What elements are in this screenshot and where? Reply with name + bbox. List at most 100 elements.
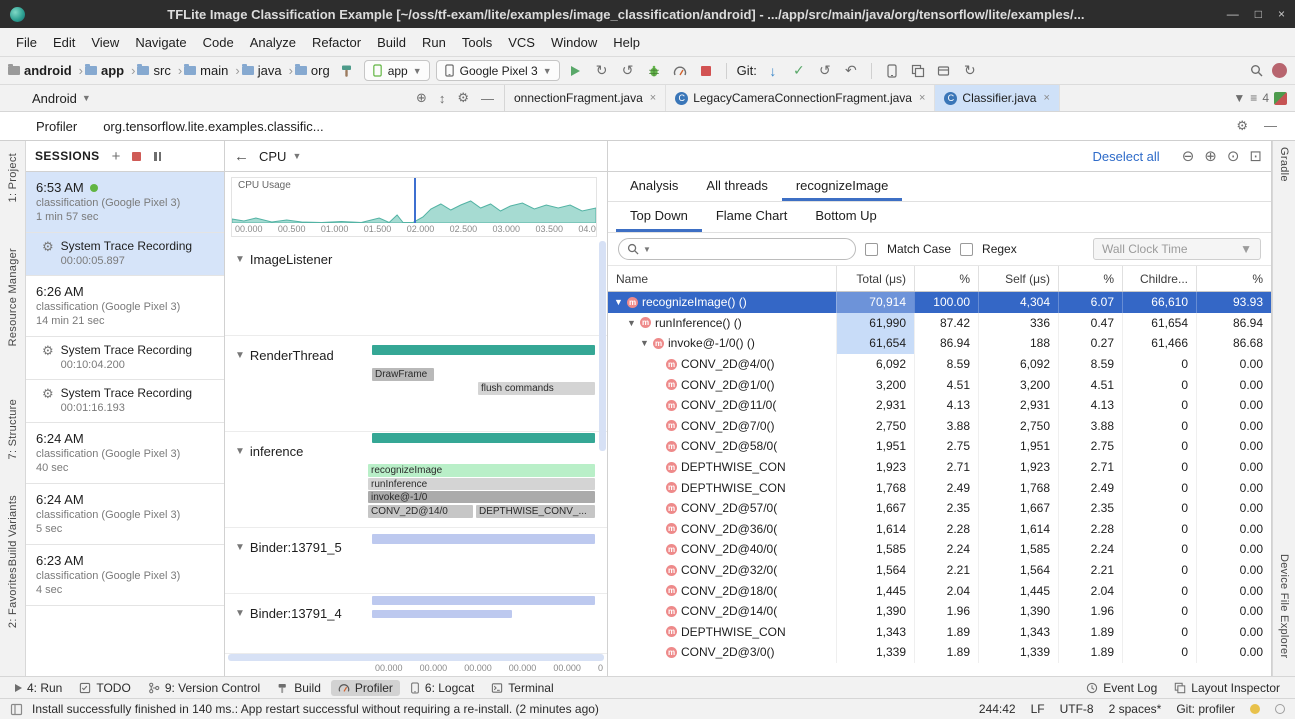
menu-item[interactable]: VCS bbox=[500, 35, 543, 50]
run-button[interactable] bbox=[566, 61, 586, 81]
tool-window-stripe-button[interactable]: Device File Explorer bbox=[1278, 554, 1290, 658]
expand-arrow-icon[interactable]: ▼ bbox=[614, 297, 626, 307]
toolwindow-build[interactable]: Build bbox=[270, 680, 328, 696]
tab-all-threads[interactable]: All threads bbox=[692, 172, 781, 201]
column-total-pct[interactable]: % bbox=[914, 266, 978, 291]
match-case-checkbox[interactable] bbox=[865, 243, 878, 256]
trace-event-bar[interactable]: CONV_2D@14/0 bbox=[368, 505, 473, 518]
thread-state-bar[interactable] bbox=[372, 345, 595, 355]
close-icon[interactable]: × bbox=[1043, 92, 1049, 104]
toolwindow-profiler[interactable]: Profiler bbox=[331, 680, 400, 696]
search-everywhere-icon[interactable] bbox=[1246, 61, 1266, 81]
pause-live-button[interactable] bbox=[153, 152, 162, 161]
calltree-row[interactable]: ▼ m runInference() () 61,990 87.42 336 0… bbox=[608, 313, 1271, 334]
menu-item[interactable]: Analyze bbox=[242, 35, 304, 50]
session-item[interactable]: 6:53 AM classification (Google Pixel 3) … bbox=[26, 172, 224, 233]
horizontal-scrollbar[interactable] bbox=[228, 654, 604, 661]
tab-analysis[interactable]: Analysis bbox=[616, 172, 692, 201]
trace-event-bar[interactable]: invoke@-1/0 bbox=[368, 491, 595, 503]
minimize-button[interactable]: — bbox=[1227, 7, 1239, 21]
device-select[interactable]: Google Pixel 3▼ bbox=[436, 60, 560, 81]
calltree-row[interactable]: m CONV_2D@40/0( 1,585 2.24 1,585 2.24 0 … bbox=[608, 539, 1271, 560]
search-input[interactable]: ▼ bbox=[618, 238, 856, 260]
trace-event-bar[interactable]: flush commands bbox=[478, 382, 595, 395]
reset-zoom-button[interactable]: ⊙ bbox=[1227, 147, 1240, 165]
thread-state-bar[interactable] bbox=[372, 610, 512, 618]
new-session-button[interactable]: + bbox=[112, 149, 121, 164]
breadcrumb-item[interactable]: main› bbox=[184, 63, 240, 78]
back-icon[interactable]: ← bbox=[234, 148, 249, 165]
close-icon[interactable]: × bbox=[650, 92, 656, 104]
calltree-row[interactable]: m CONV_2D@57/0( 1,667 2.35 1,667 2.35 0 … bbox=[608, 498, 1271, 519]
calltree-row[interactable]: m DEPTHWISE_CON 1,343 1.89 1,343 1.89 0 … bbox=[608, 622, 1271, 643]
stop-session-button[interactable] bbox=[132, 152, 141, 161]
recording-item[interactable]: ⚙ System Trace Recording 00:00:05.897 bbox=[26, 233, 224, 276]
menu-item[interactable]: Build bbox=[369, 35, 414, 50]
calltree-row[interactable]: m CONV_2D@14/0( 1,390 1.96 1,390 1.96 0 … bbox=[608, 601, 1271, 622]
regex-checkbox[interactable] bbox=[960, 243, 973, 256]
menu-item[interactable]: Edit bbox=[45, 35, 83, 50]
menu-item[interactable]: File bbox=[8, 35, 45, 50]
breadcrumb-item[interactable]: src› bbox=[137, 63, 182, 78]
calltree-row[interactable]: m CONV_2D@11/0( 2,931 4.13 2,931 4.13 0 … bbox=[608, 395, 1271, 416]
profile-button[interactable] bbox=[670, 61, 690, 81]
tool-window-stripe-button[interactable]: 7: Structure bbox=[7, 399, 19, 459]
tool-window-stripe-button[interactable]: Build Variants bbox=[7, 495, 19, 566]
breadcrumb-item[interactable]: org› bbox=[295, 63, 330, 78]
tab-flame-chart[interactable]: Flame Chart bbox=[702, 202, 802, 232]
collapse-icon[interactable]: ▼ bbox=[235, 542, 245, 553]
git-commit-icon[interactable]: ✓ bbox=[789, 61, 809, 81]
trace-event-bar[interactable]: runInference bbox=[368, 478, 595, 490]
collapse-icon[interactable]: ▼ bbox=[235, 350, 245, 361]
column-children-pct[interactable]: % bbox=[1196, 266, 1271, 291]
git-history-icon[interactable]: ↺ bbox=[815, 61, 835, 81]
session-item[interactable]: 6:23 AM classification (Google Pixel 3) … bbox=[26, 545, 224, 606]
tool-window-stripe-button[interactable]: Resource Manager bbox=[7, 248, 19, 346]
menu-item[interactable]: Help bbox=[605, 35, 648, 50]
background-tasks-icon[interactable] bbox=[1275, 704, 1285, 714]
debug-button[interactable] bbox=[644, 61, 664, 81]
thread-row-renderthread[interactable]: ▼RenderThread DrawFrame flush commands bbox=[225, 336, 607, 432]
zoom-to-selection-button[interactable]: ⊡ bbox=[1249, 147, 1262, 165]
hide-panel-icon[interactable]: — bbox=[1264, 118, 1277, 134]
running-devices-icon[interactable] bbox=[1274, 92, 1287, 105]
calltree-header[interactable]: Name Total (μs) % Self (μs) % Childre...… bbox=[608, 266, 1271, 292]
file-encoding[interactable]: UTF-8 bbox=[1060, 702, 1094, 716]
expand-arrow-icon[interactable]: ▼ bbox=[627, 318, 639, 328]
column-total[interactable]: Total (μs) bbox=[836, 266, 914, 291]
toolwindow-logcat[interactable]: 6: Logcat bbox=[403, 680, 481, 696]
collapse-all-icon[interactable]: ↕ bbox=[439, 91, 446, 106]
sync-project-icon[interactable]: ↻ bbox=[960, 61, 980, 81]
vertical-scrollbar[interactable] bbox=[599, 241, 606, 451]
build-hammer-icon[interactable] bbox=[338, 61, 358, 81]
tool-window-stripe-button[interactable]: Gradle bbox=[1278, 147, 1290, 182]
breadcrumb-item[interactable]: android› bbox=[8, 63, 83, 78]
tab-recognizeimage[interactable]: recognizeImage bbox=[782, 172, 903, 201]
toolwindow-layout-inspector[interactable]: Layout Inspector bbox=[1167, 680, 1287, 696]
thread-state-bar[interactable] bbox=[372, 534, 595, 544]
menu-item[interactable]: Window bbox=[543, 35, 605, 50]
recording-item[interactable]: ⚙ System Trace Recording 00:01:16.193 bbox=[26, 380, 224, 423]
indent-style[interactable]: 2 spaces* bbox=[1109, 702, 1162, 716]
deselect-all-link[interactable]: Deselect all bbox=[1092, 149, 1159, 164]
thread-state-bar[interactable] bbox=[372, 596, 595, 605]
breadcrumb-item[interactable]: app› bbox=[85, 63, 135, 78]
hide-panel-icon[interactable]: — bbox=[481, 91, 494, 106]
profiler-session-tab[interactable]: org.tensorflow.lite.examples.classific..… bbox=[103, 119, 323, 134]
apply-changes-icon[interactable]: ↻ bbox=[592, 61, 612, 81]
status-message[interactable]: Install successfully finished in 140 ms.… bbox=[32, 702, 599, 716]
column-self[interactable]: Self (μs) bbox=[978, 266, 1058, 291]
profiler-view-select[interactable]: CPU▼ bbox=[259, 149, 301, 164]
calltree-row[interactable]: ▼ m invoke@-1/0() () 61,654 86.94 188 0.… bbox=[608, 333, 1271, 354]
breadcrumb-item[interactable]: java› bbox=[242, 63, 293, 78]
scroll-tabs-icon[interactable]: ▼ bbox=[1233, 91, 1245, 105]
menu-item[interactable]: Refactor bbox=[304, 35, 369, 50]
toolwindow-todo[interactable]: TODO bbox=[72, 680, 137, 696]
toolwindow-version-control[interactable]: 9: Version Control bbox=[141, 680, 267, 696]
editor-tab-active[interactable]: C Classifier.java × bbox=[935, 85, 1059, 111]
calltree-row[interactable]: m CONV_2D@1/0() 3,200 4.51 3,200 4.51 0 … bbox=[608, 374, 1271, 395]
trace-event-bar[interactable]: recognizeImage bbox=[368, 464, 595, 477]
column-children[interactable]: Childre... bbox=[1122, 266, 1196, 291]
toolwindow-switcher-icon[interactable] bbox=[10, 703, 23, 716]
toolwindow-run[interactable]: 4: Run bbox=[8, 680, 69, 696]
